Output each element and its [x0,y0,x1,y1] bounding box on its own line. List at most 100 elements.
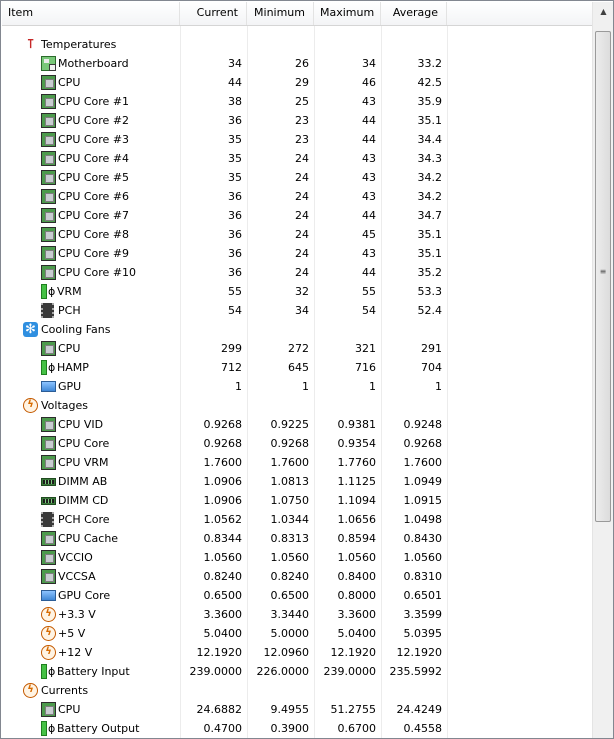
sensor-row[interactable]: ϕ Battery Output 0.4700 0.3900 0.6700 0.4558 [2,719,592,738]
current-value: 3.3600 [203,608,243,621]
group-label: Cooling Fans [41,323,111,336]
column-header-item[interactable]: Item [2,2,180,25]
current-value: 0.9268 [203,418,243,431]
sensor-label: CPU Core [58,437,110,450]
sensor-rows: ⊺ Temperatures Motherboard 34 26 34 33.2 CPU 44 2… [2,35,592,738]
sensor-row[interactable]: ϟ +12 V 12.1920 12.0960 12.1920 12.1920 [2,643,592,662]
average-value: 5.0395 [403,627,443,640]
sensor-row[interactable]: VCCSA 0.8240 0.8240 0.8400 0.8310 [2,567,592,586]
sensor-item-cell: DIMM AB [2,472,180,491]
sensor-item-cell: CPU Core #1 [2,92,180,111]
current-value: 36 [228,247,242,260]
sensor-label: CPU Core #6 [58,190,130,203]
sensor-row[interactable]: CPU Core 0.9268 0.9268 0.9354 0.9268 [2,434,592,453]
current-value: 0.8344 [203,532,243,545]
sensor-item-cell: CPU VID [2,415,180,434]
current-value: 1.0562 [203,513,243,526]
sensor-group-voltages[interactable]: ϟ Voltages [2,396,592,415]
cpu-chip-icon [41,436,56,451]
sensor-group-cooling-fans[interactable]: ✻ Cooling Fans [2,320,592,339]
sensor-item-cell: ϕ VRM [2,282,180,301]
sensor-row[interactable]: PCH Core 1.0562 1.0344 1.0656 1.0498 [2,510,592,529]
maximum-value: 716 [355,361,376,374]
column-header-current[interactable]: Current [180,2,247,25]
dimm-icon [41,497,56,505]
sensor-item-cell: CPU [2,339,180,358]
current-value: 55 [228,285,242,298]
sensor-row[interactable]: CPU Core #6 36 24 43 34.2 [2,187,592,206]
current-value: 0.8240 [203,570,243,583]
minimum-value: 24 [295,171,309,184]
scrollbar-thumb[interactable]: ≡ [595,31,611,522]
maximum-value: 51.2755 [330,703,377,716]
sensor-row[interactable]: GPU Core 0.6500 0.6500 0.8000 0.6501 [2,586,592,605]
sensor-row[interactable]: CPU Core #2 36 23 44 35.1 [2,111,592,130]
sensor-item-cell: ϟ +12 V [2,643,180,662]
maximum-value: 0.8400 [337,570,377,583]
cpu-chip-icon [41,208,56,223]
current-value: 35 [228,152,242,165]
column-header-maximum[interactable]: Maximum [314,2,381,25]
column-header-average[interactable]: Average [381,2,447,25]
column-header-minimum[interactable]: Minimum [247,2,314,25]
sensor-row[interactable]: CPU Core #7 36 24 44 34.7 [2,206,592,225]
sensor-row[interactable]: Motherboard 34 26 34 33.2 [2,54,592,73]
sensor-row[interactable]: CPU Core #5 35 24 43 34.2 [2,168,592,187]
average-value: 0.8310 [403,570,443,583]
sensor-group-currents[interactable]: ϟ Currents [2,681,592,700]
sensor-row[interactable]: DIMM AB 1.0906 1.0813 1.1125 1.0949 [2,472,592,491]
sensor-label: CPU Core #9 [58,247,130,260]
sensor-label: CPU Cache [58,532,119,545]
average-value: 52.4 [417,304,443,317]
vertical-scrollbar[interactable]: ▲ ≡ [592,2,613,738]
current-value: 44 [228,76,242,89]
sensor-row[interactable]: GPU 1 1 1 1 [2,377,592,396]
sensor-row[interactable]: ϕ Battery Input 239.0000 226.0000 239.0000 23… [2,662,592,681]
sensor-row[interactable]: CPU Core #8 36 24 45 35.1 [2,225,592,244]
sensor-row[interactable]: ϟ +5 V 5.0400 5.0000 5.0400 5.0395 [2,624,592,643]
current-value: 36 [228,190,242,203]
sensor-label: VRM [57,285,82,298]
sensor-row[interactable]: CPU VID 0.9268 0.9225 0.9381 0.9248 [2,415,592,434]
sensor-row[interactable]: PCH 54 34 54 52.4 [2,301,592,320]
sensor-row[interactable]: CPU 24.6882 9.4955 51.2755 24.4249 [2,700,592,719]
sensor-row[interactable]: DIMM CD 1.0906 1.0750 1.1094 1.0915 [2,491,592,510]
sensor-row[interactable]: CPU VRM 1.7600 1.7600 1.7760 1.7600 [2,453,592,472]
minimum-value: 34 [295,304,309,317]
voltage-icon: ϟ [41,626,56,641]
cpu-chip-icon [41,417,56,432]
sensor-row[interactable]: CPU Core #3 35 23 44 34.4 [2,130,592,149]
group-label: Voltages [41,399,88,412]
maximum-value: 0.9381 [337,418,377,431]
cpu-chip-icon [41,151,56,166]
average-value: 34.2 [417,171,443,184]
sensor-row[interactable]: ϟ +3.3 V 3.3600 3.3440 3.3600 3.3599 [2,605,592,624]
sensor-row[interactable]: ϕ HAMP 712 645 716 704 [2,358,592,377]
sensor-label: CPU Core #3 [58,133,130,146]
maximum-value: 1.7760 [337,456,377,469]
sensor-row[interactable]: CPU Core #10 36 24 44 35.2 [2,263,592,282]
sensor-row[interactable]: CPU 299 272 321 291 [2,339,592,358]
sensor-row[interactable]: CPU Core #1 38 25 43 35.9 [2,92,592,111]
sensor-label: VCCIO [58,551,93,564]
scroll-up-arrow-icon[interactable]: ▲ [595,3,612,20]
sensor-label: CPU [58,703,81,716]
average-value: 34.4 [417,133,443,146]
sensor-row[interactable]: CPU Core #9 36 24 43 35.1 [2,244,592,263]
sensor-label: PCH Core [58,513,110,526]
maximum-value: 1.0656 [337,513,377,526]
minimum-value: 1.0813 [270,475,310,488]
current-value: 35 [228,133,242,146]
sensor-group-temperatures[interactable]: ⊺ Temperatures [2,35,592,54]
sensor-row[interactable]: ϕ VRM 55 32 55 53.3 [2,282,592,301]
sensor-label: CPU [58,76,81,89]
sensor-row[interactable]: VCCIO 1.0560 1.0560 1.0560 1.0560 [2,548,592,567]
sensor-label: CPU Core #5 [58,171,130,184]
sensor-row[interactable]: CPU 44 29 46 42.5 [2,73,592,92]
sensor-list-view: Item Current Minimum Maximum Average ⊺ Te… [0,0,614,739]
sensor-row[interactable]: CPU Core #4 35 24 43 34.3 [2,149,592,168]
maximum-value: 43 [362,247,376,260]
minimum-value: 0.6500 [270,589,310,602]
maximum-value: 1.1125 [337,475,377,488]
sensor-row[interactable]: CPU Cache 0.8344 0.8313 0.8594 0.8430 [2,529,592,548]
